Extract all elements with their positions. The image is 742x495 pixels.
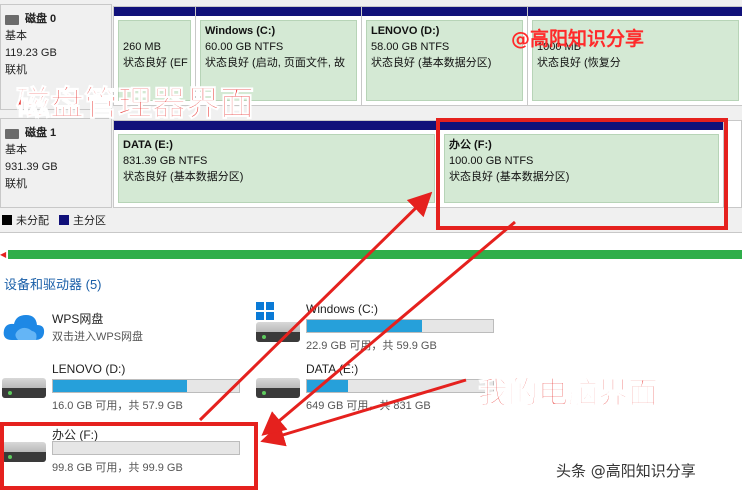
label-disk-management: 磁盘管理器界面 xyxy=(16,84,255,125)
annotation-arrows xyxy=(198,191,516,447)
watermark-text: @高阳知识分享 xyxy=(511,28,645,50)
label-my-computer: 我的电脑界面 xyxy=(478,376,659,412)
arrow-line xyxy=(198,191,433,422)
arrow-line xyxy=(260,378,467,447)
footer-watermark: 头条 @高阳知识分享 xyxy=(556,462,696,480)
